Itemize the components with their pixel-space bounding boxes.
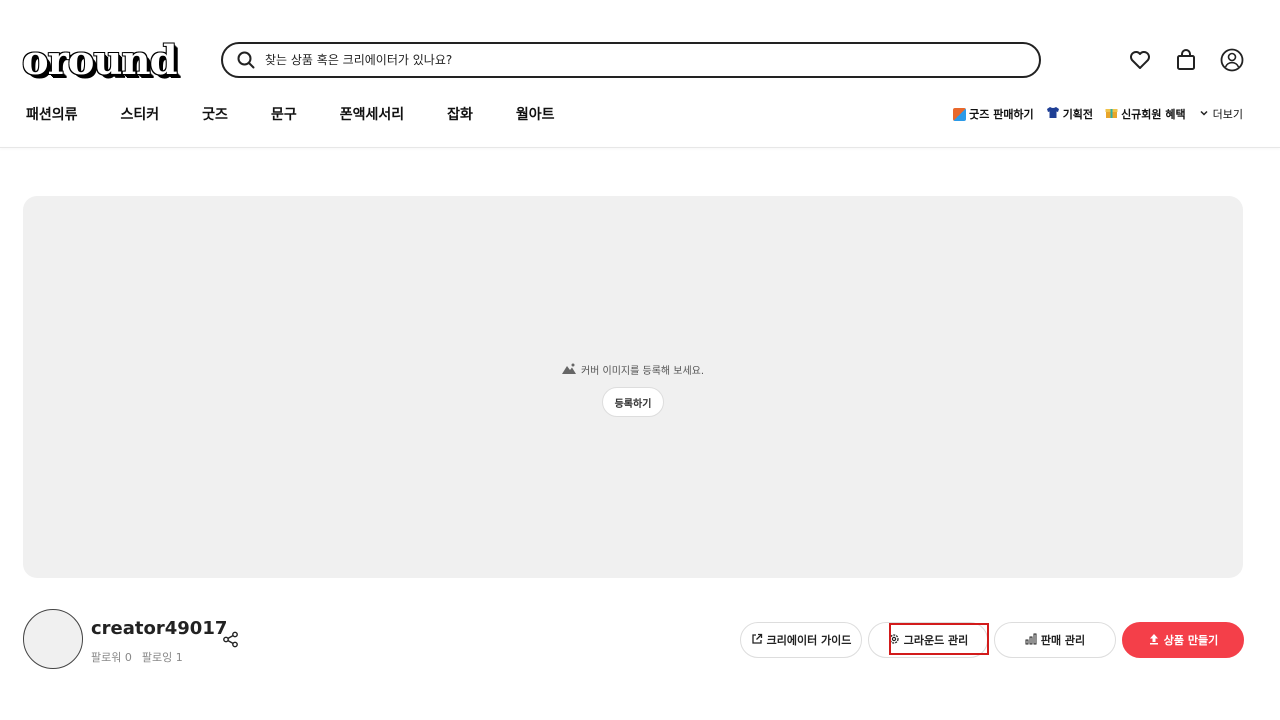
gear-icon [888,633,900,648]
search-icon [237,51,255,69]
following-stat[interactable]: 팔로잉 1 [142,649,183,665]
followers-stat[interactable]: 팔로워 0 [91,649,132,665]
sales-manage-label: 판매 관리 [1040,634,1086,647]
new-member-benefit-link[interactable]: 신규회원 혜택 [1105,106,1186,122]
sell-goods-label: 굿즈 판매하기 [969,108,1034,121]
nav-misc[interactable]: 잡화 [447,104,473,126]
followers-count: 0 [124,651,132,664]
sell-goods-link[interactable]: 굿즈 판매하기 [953,106,1034,122]
nav-wall-art[interactable]: 월아트 [516,104,555,126]
external-link-icon [751,633,763,648]
creator-name: creator49017 [91,618,228,639]
chevron-down-icon [1198,107,1210,122]
nav-sticker[interactable]: 스티커 [121,104,160,126]
category-nav: 패션의류 스티커 굿즈 문구 폰액세서리 잡화 월아트 [26,104,598,126]
nav-stationery[interactable]: 문구 [271,104,297,126]
cover-image-area: 커버 이미지를 등록해 보세요. 등록하기 [23,196,1243,578]
nav-fashion[interactable]: 패션의류 [26,104,78,126]
cover-message-text: 커버 이미지를 등록해 보세요. [580,366,705,377]
ground-manage-button[interactable]: 그라운드 관리 [868,622,988,658]
creator-actions: 크리에이터 가이드 그라운드 관리 판매 관리 상품 만들기 [740,622,1244,658]
creator-guide-label: 크리에이터 가이드 [766,634,852,647]
followers-label: 팔로워 [91,651,122,664]
upload-icon [1148,633,1160,648]
follow-stats: 팔로워 0 팔로잉 1 [91,649,183,665]
more-label: 더보기 [1212,108,1243,121]
avatar[interactable] [23,609,83,669]
new-member-benefit-label: 신규회원 혜택 [1121,108,1186,121]
oround-logo[interactable]: oround [22,40,190,82]
register-cover-button[interactable]: 등록하기 [602,387,664,417]
sales-manage-button[interactable]: 판매 관리 [994,622,1116,658]
image-icon [561,363,576,377]
share-icon[interactable] [222,631,239,652]
exhibition-label: 기획전 [1062,108,1094,121]
goods-icon [953,107,967,121]
more-menu[interactable]: 더보기 [1198,106,1243,122]
user-profile-icon[interactable] [1220,46,1244,74]
nav-goods[interactable]: 굿즈 [202,104,228,126]
utility-nav: 굿즈 판매하기 기획전 신규회원 혜택 더보기 [953,106,1243,122]
cover-message: 커버 이미지를 등록해 보세요. [23,362,1243,377]
creator-guide-button[interactable]: 크리에이터 가이드 [740,622,862,658]
nav-phone-accessories[interactable]: 폰액세서리 [340,104,404,126]
header-divider [0,147,1280,148]
following-count: 1 [175,651,183,664]
heart-icon[interactable] [1128,46,1152,74]
make-product-label: 상품 만들기 [1163,634,1219,647]
search-bar[interactable] [221,42,1041,78]
gift-icon [1105,106,1118,122]
ground-manage-label: 그라운드 관리 [903,634,969,647]
tshirt-icon [1046,106,1060,122]
make-product-button[interactable]: 상품 만들기 [1122,622,1244,658]
following-label: 팔로잉 [141,651,173,664]
search-input[interactable] [263,52,967,68]
shopping-bag-icon[interactable] [1174,46,1198,74]
exhibition-link[interactable]: 기획전 [1046,106,1093,122]
bar-chart-icon [1025,633,1037,648]
